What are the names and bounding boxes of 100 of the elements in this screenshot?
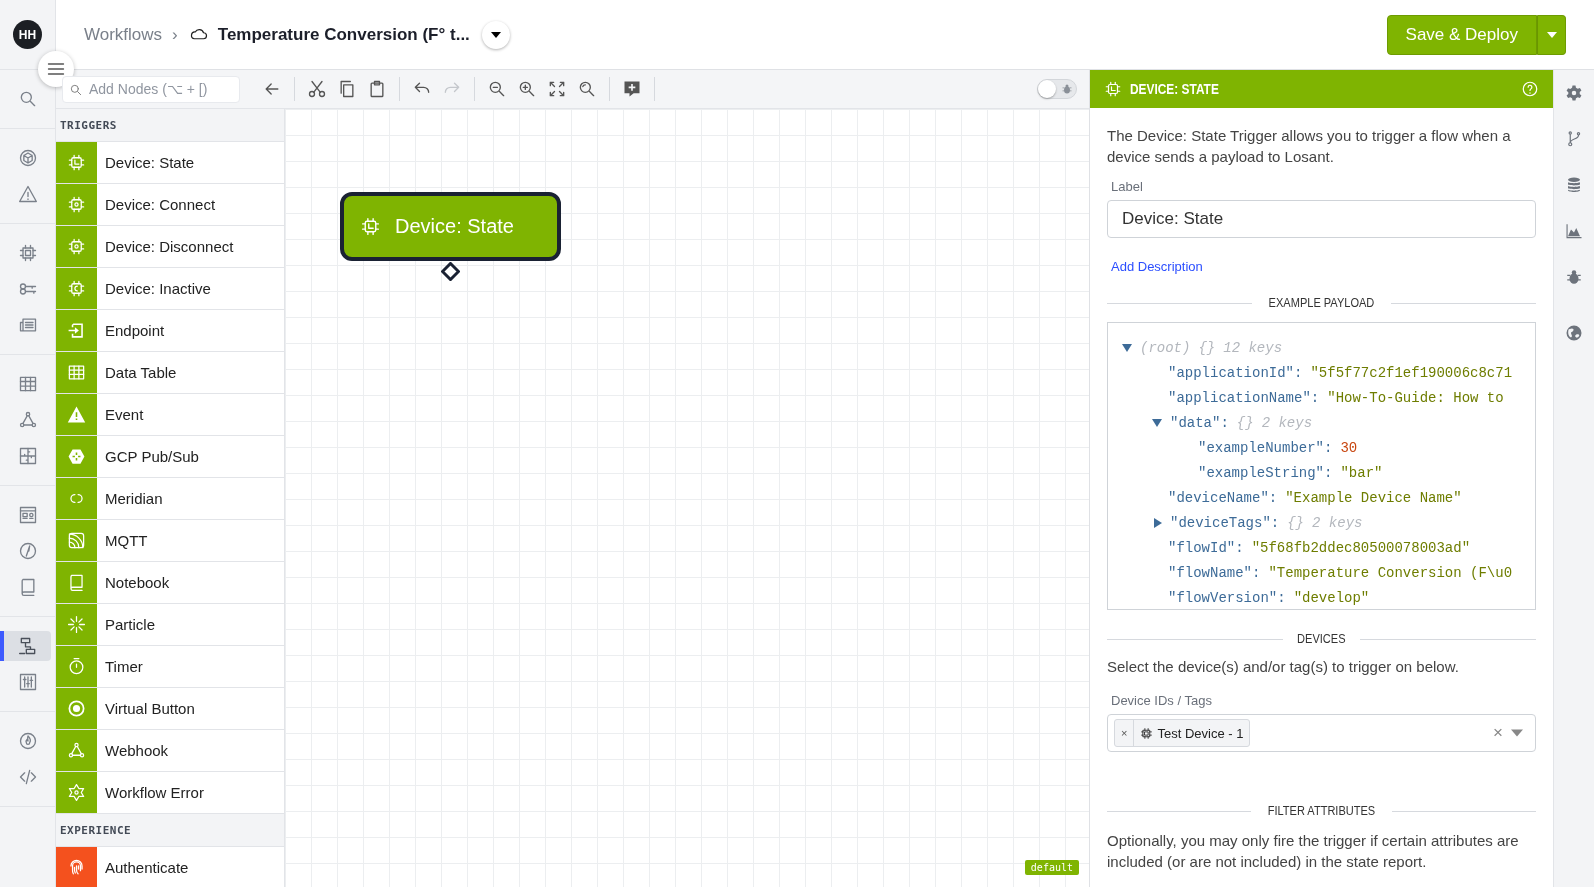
palette-item[interactable]: Particle xyxy=(56,604,284,646)
palette-item[interactable]: Device: Connect xyxy=(56,184,284,226)
palette-item[interactable]: GCP Pub/Sub xyxy=(56,436,284,478)
json-key: "flowId": xyxy=(1168,539,1244,556)
database-icon[interactable] xyxy=(1565,176,1583,194)
json-value: "5f5f77c2f1ef190006c8c71 xyxy=(1310,364,1513,381)
code-icon[interactable] xyxy=(17,767,38,787)
json-value: "Temperature Conversion (F\u0 xyxy=(1268,564,1513,581)
caret-icon[interactable] xyxy=(490,31,501,38)
collapse-caret-icon[interactable] xyxy=(1152,418,1162,427)
palette-item[interactable]: Device: Disconnect xyxy=(56,226,284,268)
burst-icon xyxy=(67,615,86,634)
breadcrumb-separator: › xyxy=(172,24,178,45)
deploy-options-button[interactable] xyxy=(1537,14,1566,55)
timer-icon xyxy=(67,657,86,676)
webhook-icon[interactable] xyxy=(17,410,38,430)
chip-icon xyxy=(67,153,86,172)
star-icon xyxy=(67,783,86,802)
section-heading: DEVICES xyxy=(1297,632,1346,646)
globe-icon[interactable] xyxy=(1565,324,1583,342)
chip-icon xyxy=(67,279,86,298)
flowchart-nav-item[interactable] xyxy=(0,631,51,661)
comment-add-icon[interactable] xyxy=(622,79,642,99)
breadcrumb-link[interactable]: Workflows xyxy=(84,24,163,45)
instruction-text: Optionally, you may only fire the trigger if certain attributes are included (or are not included) in the state report. xyxy=(1107,831,1520,872)
palette-item[interactable]: Device: State xyxy=(56,142,284,184)
field-label: Device IDs / Tags xyxy=(1111,693,1213,708)
flowchart-icon[interactable] xyxy=(17,636,38,656)
scissors-icon[interactable] xyxy=(307,79,327,99)
branch-icon[interactable] xyxy=(1565,130,1583,148)
zoom-out-icon[interactable] xyxy=(487,79,507,99)
cube-icon[interactable] xyxy=(17,148,38,168)
add-nodes-search-field[interactable]: Add Nodes (⌥ + [) xyxy=(62,75,240,103)
title-dropdown-button[interactable] xyxy=(481,20,510,49)
palette-item[interactable]: Device: Inactive xyxy=(56,268,284,310)
field-label: Label xyxy=(1111,179,1144,194)
zoom-in-icon[interactable] xyxy=(517,79,537,99)
json-key: "flowName": xyxy=(1168,564,1261,581)
palette-item[interactable]: Event xyxy=(56,394,284,436)
hexagon-icon xyxy=(67,447,86,466)
chip-icon xyxy=(1140,726,1154,740)
chip-icon xyxy=(67,237,86,256)
expand-caret-icon[interactable] xyxy=(1154,517,1162,528)
palette-item[interactable]: Endpoint xyxy=(56,310,284,352)
json-key-count: 2 keys xyxy=(1261,414,1313,431)
json-key: "applicationId": xyxy=(1168,364,1303,381)
json-type-summary: {} xyxy=(1236,414,1254,431)
device-tags-select[interactable]: × Test Device - 1 × xyxy=(1107,714,1536,752)
remove-tag-button[interactable]: × xyxy=(1115,720,1135,746)
collapse-caret-icon[interactable] xyxy=(1122,343,1132,352)
palette-item[interactable]: Meridian xyxy=(56,478,284,520)
fingerprint-icon xyxy=(67,858,86,877)
table-icon xyxy=(67,363,86,382)
area-chart-icon[interactable] xyxy=(1565,222,1583,240)
json-key: "deviceName": xyxy=(1168,489,1278,506)
dashboard-icon[interactable] xyxy=(17,505,38,525)
label-input-field[interactable]: Device: State xyxy=(1107,200,1536,238)
json-key-count: 2 keys xyxy=(1312,514,1363,531)
palette-item[interactable]: Webhook xyxy=(56,730,284,772)
search-icon xyxy=(69,82,83,97)
chip-icon[interactable] xyxy=(17,243,38,263)
warning-icon[interactable] xyxy=(17,184,38,204)
user-avatar[interactable]: HH xyxy=(13,20,42,49)
json-value: "5f68fb2ddec80500078003ad" xyxy=(1251,539,1471,556)
bug-icon[interactable] xyxy=(1565,268,1583,286)
flame-icon[interactable] xyxy=(17,731,38,751)
help-icon[interactable] xyxy=(1521,80,1539,98)
puzzle-icon[interactable] xyxy=(17,446,38,466)
json-key: "exampleString": xyxy=(1198,464,1333,481)
palette-item[interactable]: Virtual Button xyxy=(56,688,284,730)
fit-screen-icon[interactable] xyxy=(547,79,567,99)
palette-item[interactable]: Notebook xyxy=(56,562,284,604)
json-value: 30 xyxy=(1340,439,1358,456)
webhook-icon xyxy=(67,741,86,760)
add-description-link[interactable]: Add Description xyxy=(1111,259,1203,274)
workflow-title: Temperature Conversion (F° t... xyxy=(217,24,470,45)
settings-icon[interactable] xyxy=(1565,84,1583,102)
palette-item[interactable]: Data Table xyxy=(56,352,284,394)
section-heading: FILTER ATTRIBUTES xyxy=(1267,804,1376,818)
json-key: "flowVersion": xyxy=(1168,589,1286,606)
warning-icon xyxy=(67,405,86,424)
section-heading: EXAMPLE PAYLOAD xyxy=(1268,296,1375,310)
sliders-icon[interactable] xyxy=(17,672,38,692)
version-badge: default xyxy=(1024,860,1079,875)
json-key: "applicationName": xyxy=(1168,389,1320,406)
clear-button[interactable]: × xyxy=(1493,723,1503,743)
debug-toggle[interactable] xyxy=(1037,79,1077,99)
bug-icon xyxy=(1061,83,1073,95)
table-icon[interactable] xyxy=(17,374,38,394)
json-type-summary: {} xyxy=(1198,339,1216,356)
json-key: "exampleNumber": xyxy=(1198,439,1333,456)
compass-icon[interactable] xyxy=(17,541,38,561)
feed-icon xyxy=(67,531,86,550)
json-type-summary: {} xyxy=(1287,514,1305,531)
palette-item[interactable]: Timer xyxy=(56,646,284,688)
palette-item[interactable]: Authenticate xyxy=(56,847,284,887)
palette-item[interactable]: MQTT xyxy=(56,520,284,562)
chip-icon xyxy=(1104,80,1122,98)
tag-text: Test Device - 1 xyxy=(1157,725,1244,741)
magnifier-icon[interactable] xyxy=(577,79,597,99)
